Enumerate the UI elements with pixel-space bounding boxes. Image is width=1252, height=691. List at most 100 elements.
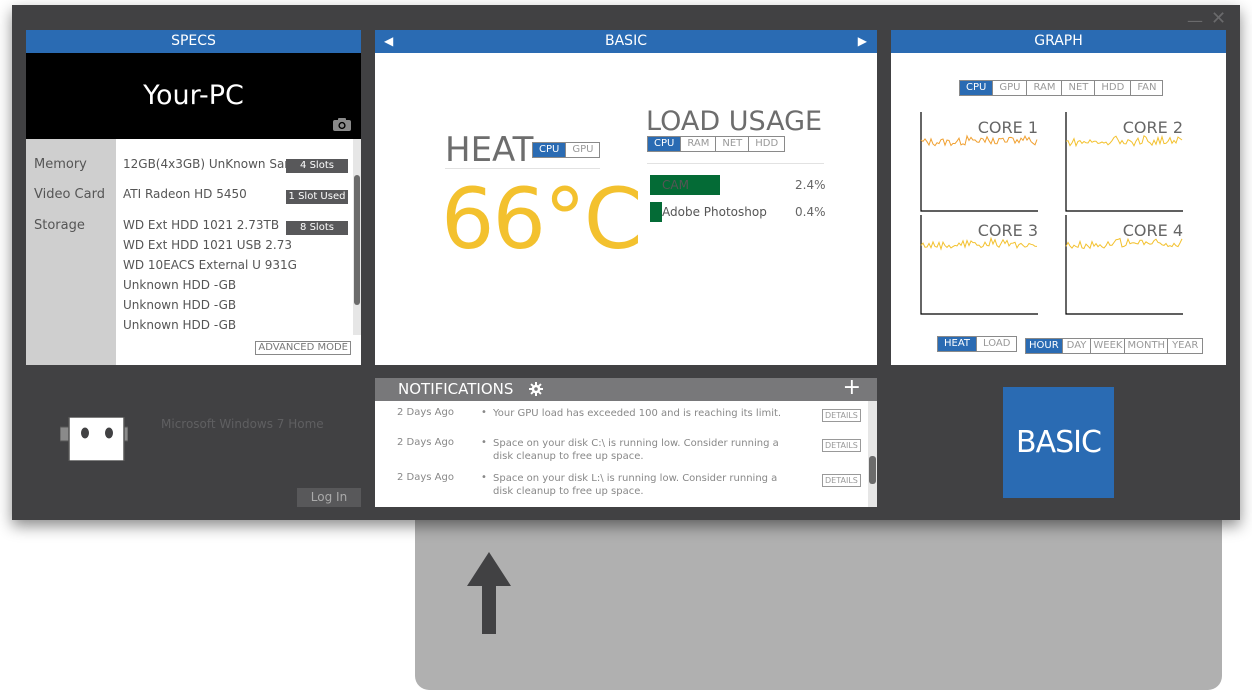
storage-slots-badge: 8 Slots Used [286, 221, 348, 247]
notification-time: 2 Days Ago [397, 472, 454, 483]
load-tab-net[interactable]: NET [715, 137, 748, 151]
core-title: CORE 1 [977, 118, 1038, 137]
heat-tab-gpu[interactable]: GPU [565, 143, 599, 157]
load-tab-hdd[interactable]: HDD [748, 137, 784, 151]
notifications-header: NOTIFICATIONS + [375, 378, 877, 401]
bullet: • [481, 407, 487, 418]
notification-text: Space on your disk C:\ is running low. C… [493, 438, 779, 462]
details-button[interactable]: DETAILS [822, 439, 861, 452]
specs-title: SPECS [26, 30, 361, 53]
load-usage-label: LOAD USAGE [646, 106, 823, 137]
mode-tab-load[interactable]: LOAD [976, 337, 1016, 351]
temperature-value: 66°C [441, 170, 643, 268]
specs-panel: SPECS Your-PC Memory Video Card Storage … [26, 30, 361, 365]
specs-scrollbar[interactable] [353, 139, 361, 335]
spec-values: 12GB(4x3GB) UnKnown Samsu 4 Slots Used A… [116, 139, 361, 365]
notification-text: Space on your disk L:\ is running low. C… [493, 473, 778, 497]
core-title: CORE 4 [1122, 221, 1183, 240]
details-button[interactable]: DETAILS [822, 409, 861, 422]
notification-time: 2 Days Ago [397, 407, 454, 418]
pc-name-text: Your-PC [143, 80, 244, 111]
notification-time: 2 Days Ago [397, 437, 454, 448]
range-tab-week[interactable]: WEEK [1090, 339, 1124, 353]
gear-icon[interactable] [529, 382, 543, 396]
graph-source-tabs: CPU GPU RAM NET HDD FAN [959, 80, 1164, 96]
details-button[interactable]: DETAILS [822, 474, 861, 487]
load-tab-ram[interactable]: RAM [680, 137, 715, 151]
memory-value: 12GB(4x3GB) UnKnown Samsu [123, 157, 310, 171]
log-in-button[interactable]: Log In [297, 488, 361, 507]
heat-source-tabs: CPU GPU [532, 142, 601, 158]
bullet: • [481, 437, 487, 448]
notifications-scrollbar[interactable] [868, 401, 877, 507]
storage-label: Storage [34, 218, 85, 233]
storage-item: Unknown HDD -GB [123, 278, 237, 292]
process-load-bar [650, 202, 662, 222]
range-tab-month[interactable]: MONTH [1124, 339, 1167, 353]
heat-label: HEAT [445, 130, 534, 170]
storage-item: Unknown HDD -GB [123, 298, 237, 312]
bullet: • [481, 472, 487, 483]
heat-tab-cpu[interactable]: CPU [533, 143, 566, 157]
mode-tab-heat[interactable]: HEAT [938, 337, 977, 351]
graph-range-tabs: HOUR DAY WEEK MONTH YEAR [1025, 338, 1204, 354]
core-title: CORE 3 [977, 221, 1038, 240]
core-series-line [1065, 237, 1183, 250]
core-chart: CORE 1 [920, 112, 1040, 212]
process-percent: 2.4% [795, 178, 826, 192]
graph-tab-gpu[interactable]: GPU [992, 81, 1026, 95]
notifications-title: NOTIFICATIONS [398, 380, 514, 398]
graph-tab-fan[interactable]: FAN [1130, 81, 1162, 95]
advanced-mode-button[interactable]: ADVANCED MODE [255, 341, 351, 355]
graph-panel: GRAPH CPU GPU RAM NET HDD FAN CORE 1 COR… [891, 30, 1226, 365]
notifications-panel: NOTIFICATIONS + 2 Days Ago • Your GPU lo… [375, 378, 877, 507]
load-tab-cpu[interactable]: CPU [648, 137, 681, 151]
notification-text: Your GPU load has exceeded 100 and is re… [493, 408, 782, 419]
range-tab-day[interactable]: DAY [1061, 339, 1091, 353]
process-name: CAM [662, 178, 689, 192]
process-name: Adobe Photoshop CS [662, 205, 770, 219]
graph-tab-hdd[interactable]: HDD [1094, 81, 1130, 95]
basic-mode-button[interactable]: BASIC [1003, 387, 1114, 498]
memory-slots-badge: 4 Slots Used [286, 159, 348, 185]
minimize-icon[interactable]: — [1187, 11, 1203, 30]
process-percent: 0.4% [795, 205, 826, 219]
prev-arrow-icon[interactable]: ◀ [384, 30, 393, 53]
graph-tab-ram[interactable]: RAM [1026, 81, 1061, 95]
arrow-up-icon[interactable] [467, 552, 511, 634]
graph-title: GRAPH [891, 30, 1226, 53]
video-card-value: ATI Radeon HD 5450 [123, 187, 247, 201]
core-chart: CORE 4 [1065, 215, 1185, 315]
robot-avatar-icon [60, 417, 128, 461]
storage-item: WD 10EACS External U 931G [123, 258, 297, 272]
range-tab-hour[interactable]: HOUR [1026, 339, 1062, 353]
graph-tab-net[interactable]: NET [1061, 81, 1094, 95]
core-chart: CORE 2 [1065, 112, 1185, 212]
app-window: — ✕ SPECS Your-PC Memory Video Card Stor… [12, 5, 1240, 520]
graph-mode-tabs: HEAT LOAD [937, 336, 1018, 352]
storage-item: Unknown HDD -GB [123, 318, 237, 332]
add-notification-icon[interactable]: + [843, 378, 861, 400]
storage-item: WD Ext HDD 1021 2.73TB [123, 218, 280, 232]
load-source-tabs: CPU RAM NET HDD [647, 136, 786, 152]
core-series-line [1065, 134, 1183, 148]
basic-panel: BASIC ◀ ▶ HEAT CPU GPU 66°C LOAD USAGE C… [375, 30, 877, 365]
core-title: CORE 2 [1122, 118, 1183, 137]
range-tab-year[interactable]: YEAR [1167, 339, 1202, 353]
core-series-line [920, 134, 1038, 147]
memory-label: Memory [34, 157, 87, 172]
video-card-label: Video Card [34, 187, 105, 202]
close-icon[interactable]: ✕ [1211, 8, 1226, 29]
storage-item: WD Ext HDD 1021 USB 2.73 [123, 238, 292, 252]
drawer-panel [415, 500, 1222, 690]
camera-icon[interactable] [333, 118, 351, 131]
pc-name: Your-PC [26, 53, 361, 139]
spec-labels: Memory Video Card Storage [26, 139, 116, 365]
basic-title: BASIC [375, 30, 877, 53]
divider [445, 168, 600, 169]
next-arrow-icon[interactable]: ▶ [858, 30, 867, 53]
graph-tab-cpu[interactable]: CPU [960, 81, 993, 95]
core-chart: CORE 3 [920, 215, 1040, 315]
specs-scroll-thumb[interactable] [354, 175, 360, 305]
notifications-scroll-thumb[interactable] [869, 456, 876, 484]
